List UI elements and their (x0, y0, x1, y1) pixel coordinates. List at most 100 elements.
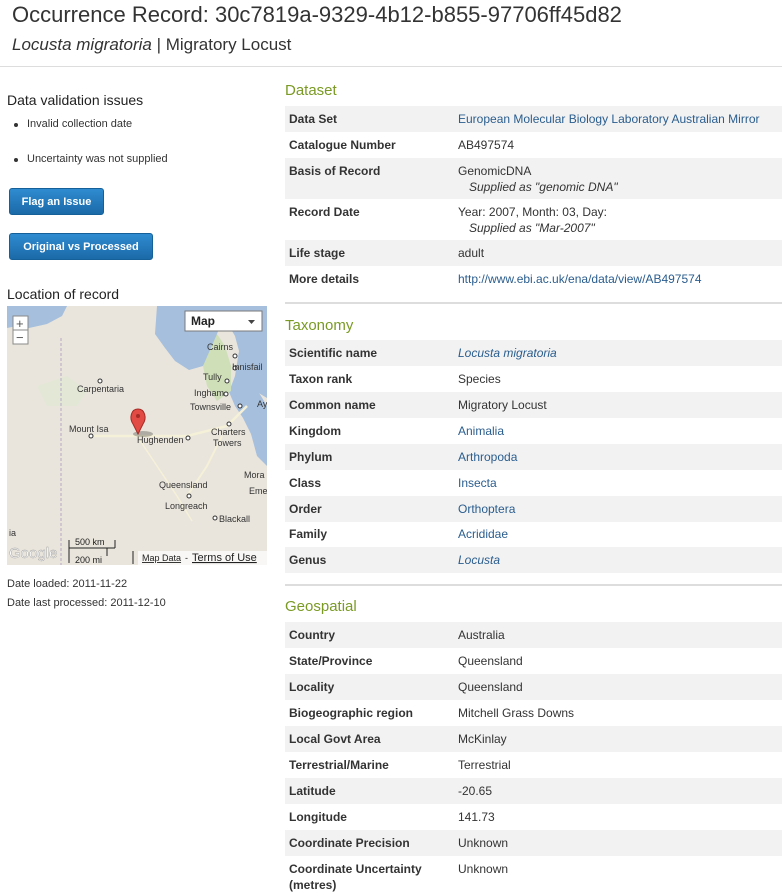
zoom-out-icon[interactable]: − (16, 330, 24, 345)
flag-issue-button[interactable]: Flag an Issue (9, 188, 104, 215)
table-row: Phylum Arthropoda (285, 444, 782, 470)
scientific-name-link[interactable]: Locusta migratoria (458, 345, 557, 361)
table-row: Life stage adult (285, 240, 782, 266)
terms-of-use-link[interactable]: Terms of Use (192, 552, 257, 564)
zoom-control[interactable]: + − (12, 315, 29, 345)
dataset-link[interactable]: European Molecular Biology Laboratory Au… (458, 111, 759, 127)
field-value: Unknown (458, 862, 509, 876)
table-row: Scientific name Locusta migratoria (285, 340, 782, 366)
order-link[interactable]: Orthoptera (458, 501, 515, 517)
field-value: Year: 2007, Month: 03, Day: Supplied as "… (458, 204, 607, 236)
table-row: Terrestrial/Marine Terrestrial (285, 752, 782, 778)
field-value: McKinlay (458, 732, 507, 746)
field-label: Class (289, 476, 322, 490)
map-label: Carpentaria (77, 384, 124, 394)
map-canvas[interactable]: Cairns Innisfail Tully Ingham Townsville… (7, 306, 267, 565)
field-value: Species (458, 372, 501, 386)
map-label: ia (9, 528, 16, 538)
field-label: Data Set (289, 112, 338, 126)
supplied-as-note: Supplied as "genomic DNA" (469, 180, 618, 194)
map-type-select[interactable]: Map (184, 310, 263, 332)
field-label: Scientific name (289, 346, 378, 360)
subtitle-scientific-name: Locusta migratoria (12, 35, 152, 54)
table-row: Taxon rank Species (285, 366, 782, 392)
field-label: State/Province (289, 654, 373, 668)
table-row: Kingdom Animalia (285, 418, 782, 444)
page-subtitle: Locusta migratoria | Migratory Locust (12, 35, 291, 55)
field-value: Terrestrial (458, 758, 511, 772)
field-value-main: GenomicDNA (458, 164, 532, 178)
table-row: Biogeographic region Mitchell Grass Down… (285, 700, 782, 726)
field-value: Migratory Locust (458, 398, 547, 412)
map-label: Eme (249, 486, 267, 496)
map-label: Queensland (159, 480, 208, 490)
map-label: Mora (244, 470, 265, 480)
map-label: Townsville (190, 402, 231, 412)
field-label: Catalogue Number (289, 138, 396, 152)
section-divider (285, 584, 782, 586)
location-marker-icon[interactable] (130, 408, 153, 437)
date-loaded: Date loaded: 2011-11-22 (7, 578, 128, 590)
field-value: Australia (458, 628, 505, 642)
table-row: Longitude 141.73 (285, 804, 782, 830)
original-vs-processed-button[interactable]: Original vs Processed (9, 233, 153, 260)
map-label: Cairns (207, 342, 234, 352)
field-label: Biogeographic region (289, 706, 414, 720)
table-row: Country Australia (285, 622, 782, 648)
table-row: Order Orthoptera (285, 496, 782, 522)
validation-issues-title: Data validation issues (7, 92, 144, 108)
field-label: Locality (289, 680, 335, 694)
field-label: Life stage (289, 246, 346, 260)
family-link[interactable]: Acrididae (458, 526, 508, 542)
table-row: Basis of Record GenomicDNA Supplied as "g… (285, 158, 782, 199)
more-details-link[interactable]: http://www.ebi.ac.uk/ena/data/view/AB497… (458, 271, 702, 287)
table-row: Common name Migratory Locust (285, 392, 782, 418)
table-row: Class Insecta (285, 470, 782, 496)
scale-bar: 500 km 200 mi (68, 537, 116, 565)
field-label: Taxon rank (289, 372, 353, 386)
map-label: Blackall (219, 514, 250, 524)
subtitle-separator: | (151, 35, 166, 54)
zoom-in-icon[interactable]: + (16, 316, 24, 331)
field-label: Order (289, 502, 322, 516)
field-value: GenomicDNA Supplied as "genomic DNA" (458, 163, 618, 195)
table-row: Catalogue Number AB497574 (285, 132, 782, 158)
table-row: Data Set European Molecular Biology Labo… (285, 106, 782, 132)
page-title: Occurrence Record: 30c7819a-9329-4b12-b8… (12, 2, 622, 27)
table-row: Local Govt Area McKinlay (285, 726, 782, 752)
google-logo[interactable]: Google (9, 545, 58, 562)
supplied-as-note: Supplied as "Mar-2007" (469, 221, 595, 235)
validation-issue-item: Uncertainty was not supplied (14, 153, 168, 165)
table-row: Latitude -20.65 (285, 778, 782, 804)
map-label: Ingham (194, 388, 224, 398)
geospatial-section-title: Geospatial (285, 598, 357, 615)
location-map[interactable]: Cairns Innisfail Tully Ingham Townsville… (7, 306, 267, 565)
field-label: Kingdom (289, 424, 341, 438)
section-divider (285, 302, 782, 304)
map-data-link[interactable]: Map Data (142, 553, 181, 563)
map-label: Mount Isa (69, 424, 109, 434)
field-value: adult (458, 246, 485, 260)
phylum-link[interactable]: Arthropoda (458, 449, 517, 465)
field-label: Terrestrial/Marine (289, 758, 389, 772)
field-label: Basis of Record (289, 164, 381, 178)
field-label: Latitude (289, 784, 336, 798)
genus-link[interactable]: Locusta (458, 552, 500, 568)
page-header: Occurrence Record: 30c7819a-9329-4b12-b8… (0, 0, 782, 67)
subtitle-common-name: Migratory Locust (165, 35, 292, 54)
field-label: More details (289, 272, 360, 286)
field-label: Coordinate Precision (289, 836, 410, 850)
field-label: Genus (289, 553, 327, 567)
table-row: Family Acrididae (285, 521, 782, 547)
table-row: Record Date Year: 2007, Month: 03, Day: S… (285, 199, 782, 240)
kingdom-link[interactable]: Animalia (458, 423, 504, 439)
table-row: More details http://www.ebi.ac.uk/ena/da… (285, 266, 782, 292)
location-title: Location of record (7, 286, 120, 302)
table-row: Coordinate Precision Unknown (285, 830, 782, 856)
field-value: Mitchell Grass Downs (458, 706, 575, 720)
field-value: Queensland (458, 654, 523, 668)
field-label: Record Date (289, 205, 360, 219)
table-row: Coordinate Uncertainty (metres) Unknown (285, 856, 782, 896)
taxonomy-section-title: Taxonomy (285, 317, 354, 334)
class-link[interactable]: Insecta (458, 475, 497, 491)
